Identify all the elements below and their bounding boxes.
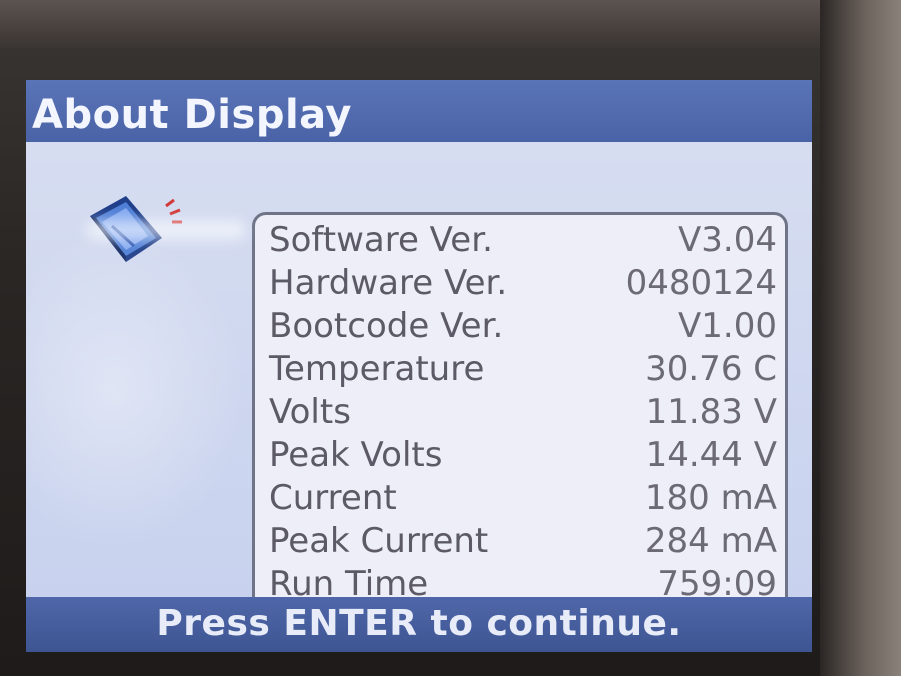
info-value: 0480124 xyxy=(625,263,777,303)
title-bar: About Display xyxy=(26,80,812,142)
info-value: 14.44 V xyxy=(645,435,777,475)
info-value: V3.04 xyxy=(678,220,777,260)
info-label: Temperature xyxy=(269,349,485,389)
info-row-software-version: Software Ver. V3.04 xyxy=(269,219,777,261)
bezel-right-edge xyxy=(820,0,901,676)
display-book-icon xyxy=(82,186,192,282)
page-title: About Display xyxy=(32,92,352,138)
info-label: Volts xyxy=(269,392,351,432)
info-label: Software Ver. xyxy=(269,220,493,260)
info-label: Peak Current xyxy=(269,521,489,561)
lcd-screen: About Display Software Ver. V3.04 Hardwa… xyxy=(26,80,812,652)
info-label: Current xyxy=(269,478,397,518)
info-row-temperature: Temperature 30.76 C xyxy=(269,348,777,390)
info-value: V1.00 xyxy=(678,306,777,346)
info-label: Bootcode Ver. xyxy=(269,306,504,346)
info-label: Hardware Ver. xyxy=(269,263,508,303)
info-row-bootcode-version: Bootcode Ver. V1.00 xyxy=(269,305,777,347)
info-panel: Software Ver. V3.04 Hardware Ver. 048012… xyxy=(252,212,788,642)
info-row-peak-current: Peak Current 284 mA xyxy=(269,520,777,562)
bezel-top-edge xyxy=(0,0,901,48)
info-row-peak-volts: Peak Volts 14.44 V xyxy=(269,434,777,476)
info-label: Peak Volts xyxy=(269,435,443,475)
info-value: 284 mA xyxy=(644,521,777,561)
info-row-hardware-version: Hardware Ver. 0480124 xyxy=(269,262,777,304)
footer-bar: Press ENTER to continue. xyxy=(26,597,812,652)
info-value: 180 mA xyxy=(644,478,777,518)
info-row-current: Current 180 mA xyxy=(269,477,777,519)
continue-prompt: Press ENTER to continue. xyxy=(156,603,682,644)
info-value: 11.83 V xyxy=(645,392,777,432)
info-row-volts: Volts 11.83 V xyxy=(269,391,777,433)
content-area: Software Ver. V3.04 Hardware Ver. 048012… xyxy=(26,142,812,642)
info-value: 30.76 C xyxy=(645,349,777,389)
